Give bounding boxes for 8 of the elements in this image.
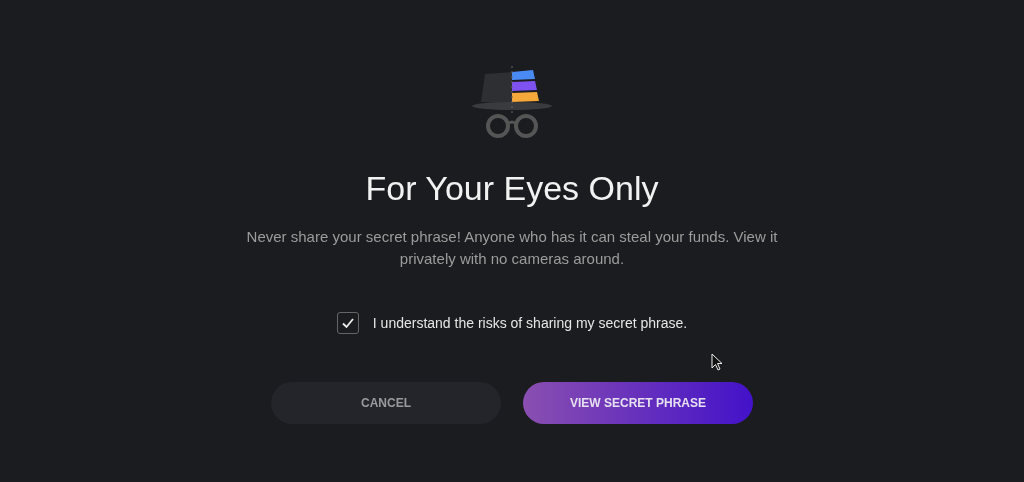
mouse-pointer-icon — [711, 353, 723, 371]
cancel-button[interactable]: CANCEL — [271, 382, 501, 424]
consent-checkbox[interactable] — [336, 312, 359, 334]
checkmark-icon — [340, 316, 355, 330]
modal-title: For Your Eyes Only — [365, 168, 659, 208]
warning-message: Never share your secret phrase! Anyone who has it can steal your funds. View it privately with no cameras around. — [245, 227, 779, 269]
consent-label: I understand the risks of sharing my secret phrase. — [372, 315, 688, 331]
view-phrase-button[interactable]: VIEW SECRET PHRASE — [523, 382, 753, 424]
